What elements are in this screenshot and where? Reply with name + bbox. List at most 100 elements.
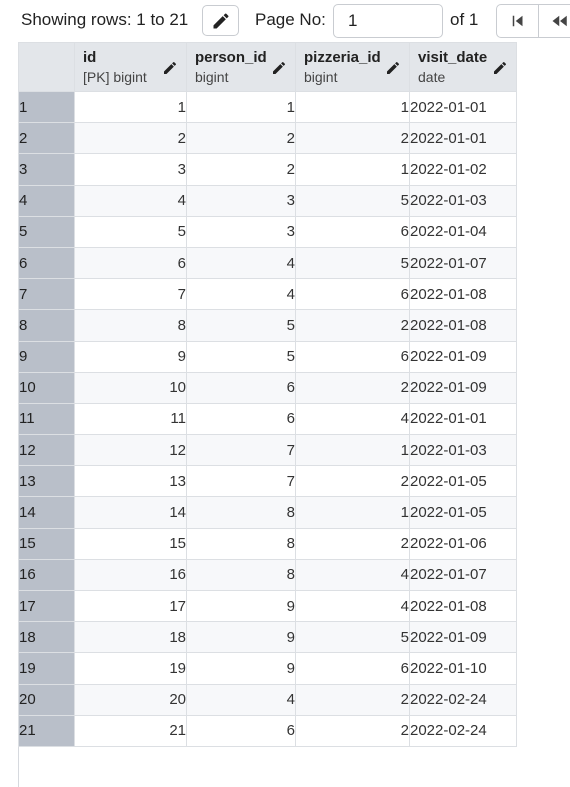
row-number-cell[interactable]: 9 bbox=[18, 340, 75, 373]
table-row[interactable]: 13 13 7 2 2022-01-05 bbox=[18, 465, 517, 498]
cell-person-id[interactable]: 3 bbox=[186, 184, 296, 217]
row-number-cell[interactable]: 15 bbox=[18, 527, 75, 560]
cell-person-id[interactable]: 7 bbox=[186, 434, 296, 467]
cell-person-id[interactable]: 4 bbox=[186, 246, 296, 280]
cell-person-id[interactable]: 5 bbox=[186, 309, 296, 342]
row-number-cell[interactable]: 21 bbox=[18, 714, 75, 747]
cell-id[interactable]: 20 bbox=[74, 683, 187, 716]
table-row[interactable]: 4 4 3 5 2022-01-03 bbox=[18, 184, 517, 217]
cell-person-id[interactable]: 9 bbox=[186, 652, 296, 685]
cell-pizzeria-id[interactable]: 2 bbox=[295, 683, 410, 716]
cell-id[interactable]: 2 bbox=[74, 122, 187, 155]
cell-pizzeria-id[interactable]: 6 bbox=[295, 340, 410, 373]
cell-visit-date[interactable]: 2022-01-09 bbox=[409, 371, 517, 404]
cell-pizzeria-id[interactable]: 4 bbox=[295, 589, 410, 623]
cell-id[interactable]: 3 bbox=[74, 153, 187, 186]
cell-visit-date[interactable]: 2022-01-10 bbox=[409, 652, 517, 685]
cell-id[interactable]: 1 bbox=[74, 90, 187, 124]
cell-person-id[interactable]: 3 bbox=[186, 215, 296, 248]
cell-id[interactable]: 18 bbox=[74, 621, 187, 654]
cell-id[interactable]: 4 bbox=[74, 184, 187, 217]
row-number-cell[interactable]: 14 bbox=[18, 496, 75, 529]
row-number-cell[interactable]: 6 bbox=[18, 246, 75, 280]
cell-id[interactable]: 9 bbox=[74, 340, 187, 373]
table-row[interactable]: 12 12 7 1 2022-01-03 bbox=[18, 434, 517, 467]
table-row[interactable]: 17 17 9 4 2022-01-08 bbox=[18, 589, 517, 623]
cell-pizzeria-id[interactable]: 5 bbox=[295, 621, 410, 654]
cell-person-id[interactable]: 9 bbox=[186, 589, 296, 623]
cell-visit-date[interactable]: 2022-01-08 bbox=[409, 278, 517, 311]
cell-pizzeria-id[interactable]: 6 bbox=[295, 215, 410, 248]
cell-person-id[interactable]: 8 bbox=[186, 527, 296, 560]
row-number-cell[interactable]: 7 bbox=[18, 278, 75, 311]
table-row[interactable]: 16 16 8 4 2022-01-07 bbox=[18, 558, 517, 592]
cell-visit-date[interactable]: 2022-01-07 bbox=[409, 246, 517, 280]
cell-pizzeria-id[interactable]: 6 bbox=[295, 652, 410, 685]
cell-visit-date[interactable]: 2022-01-03 bbox=[409, 184, 517, 217]
cell-pizzeria-id[interactable]: 2 bbox=[295, 714, 410, 747]
table-row[interactable]: 7 7 4 6 2022-01-08 bbox=[18, 278, 517, 311]
cell-visit-date[interactable]: 2022-01-01 bbox=[409, 402, 517, 436]
cell-pizzeria-id[interactable]: 5 bbox=[295, 184, 410, 217]
table-row[interactable]: 1 1 1 1 2022-01-01 bbox=[18, 90, 517, 124]
cell-pizzeria-id[interactable]: 2 bbox=[295, 527, 410, 560]
pencil-icon[interactable] bbox=[271, 60, 287, 76]
cell-visit-date[interactable]: 2022-01-09 bbox=[409, 340, 517, 373]
cell-id[interactable]: 15 bbox=[74, 527, 187, 560]
row-number-cell[interactable]: 1 bbox=[18, 90, 75, 124]
table-row[interactable]: 21 21 6 2 2022-02-24 bbox=[18, 714, 517, 747]
cell-pizzeria-id[interactable]: 1 bbox=[295, 153, 410, 186]
table-row[interactable]: 18 18 9 5 2022-01-09 bbox=[18, 621, 517, 654]
cell-visit-date[interactable]: 2022-01-08 bbox=[409, 589, 517, 623]
cell-id[interactable]: 11 bbox=[74, 402, 187, 436]
cell-pizzeria-id[interactable]: 2 bbox=[295, 309, 410, 342]
pencil-icon[interactable] bbox=[492, 60, 508, 76]
pencil-icon[interactable] bbox=[162, 60, 178, 76]
cell-id[interactable]: 17 bbox=[74, 589, 187, 623]
row-number-cell[interactable]: 5 bbox=[18, 215, 75, 248]
cell-person-id[interactable]: 8 bbox=[186, 558, 296, 592]
cell-pizzeria-id[interactable]: 2 bbox=[295, 371, 410, 404]
table-row[interactable]: 20 20 4 2 2022-02-24 bbox=[18, 683, 517, 716]
cell-id[interactable]: 14 bbox=[74, 496, 187, 529]
column-header-id[interactable]: id [PK] bigint bbox=[74, 42, 187, 92]
row-number-cell[interactable]: 19 bbox=[18, 652, 75, 685]
column-header-person-id[interactable]: person_id bigint bbox=[186, 42, 296, 92]
table-row[interactable]: 15 15 8 2 2022-01-06 bbox=[18, 527, 517, 560]
cell-person-id[interactable]: 4 bbox=[186, 278, 296, 311]
cell-visit-date[interactable]: 2022-01-05 bbox=[409, 496, 517, 529]
cell-person-id[interactable]: 5 bbox=[186, 340, 296, 373]
pencil-icon[interactable] bbox=[385, 60, 401, 76]
cell-pizzeria-id[interactable]: 1 bbox=[295, 90, 410, 124]
cell-pizzeria-id[interactable]: 4 bbox=[295, 402, 410, 436]
table-row[interactable]: 14 14 8 1 2022-01-05 bbox=[18, 496, 517, 529]
table-row[interactable]: 3 3 2 1 2022-01-02 bbox=[18, 153, 517, 186]
cell-person-id[interactable]: 6 bbox=[186, 714, 296, 747]
row-number-cell[interactable]: 20 bbox=[18, 683, 75, 716]
cell-id[interactable]: 13 bbox=[74, 465, 187, 498]
cell-person-id[interactable]: 2 bbox=[186, 153, 296, 186]
table-row[interactable]: 9 9 5 6 2022-01-09 bbox=[18, 340, 517, 373]
cell-person-id[interactable]: 1 bbox=[186, 90, 296, 124]
cell-pizzeria-id[interactable]: 4 bbox=[295, 558, 410, 592]
table-row[interactable]: 5 5 3 6 2022-01-04 bbox=[18, 215, 517, 248]
row-number-cell[interactable]: 2 bbox=[18, 122, 75, 155]
page-number-input[interactable] bbox=[333, 4, 443, 38]
cell-visit-date[interactable]: 2022-02-24 bbox=[409, 714, 517, 747]
cell-visit-date[interactable]: 2022-01-01 bbox=[409, 122, 517, 155]
cell-pizzeria-id[interactable]: 2 bbox=[295, 465, 410, 498]
cell-id[interactable]: 12 bbox=[74, 434, 187, 467]
previous-page-button[interactable] bbox=[539, 5, 570, 37]
cell-person-id[interactable]: 6 bbox=[186, 402, 296, 436]
cell-person-id[interactable]: 2 bbox=[186, 122, 296, 155]
cell-id[interactable]: 6 bbox=[74, 246, 187, 280]
row-number-cell[interactable]: 10 bbox=[18, 371, 75, 404]
cell-pizzeria-id[interactable]: 5 bbox=[295, 246, 410, 280]
table-row[interactable]: 11 11 6 4 2022-01-01 bbox=[18, 402, 517, 436]
column-header-pizzeria-id[interactable]: pizzeria_id bigint bbox=[295, 42, 410, 92]
edit-row-range-button[interactable] bbox=[202, 5, 239, 36]
row-number-cell[interactable]: 12 bbox=[18, 434, 75, 467]
cell-visit-date[interactable]: 2022-01-06 bbox=[409, 527, 517, 560]
cell-id[interactable]: 19 bbox=[74, 652, 187, 685]
row-number-cell[interactable]: 4 bbox=[18, 184, 75, 217]
